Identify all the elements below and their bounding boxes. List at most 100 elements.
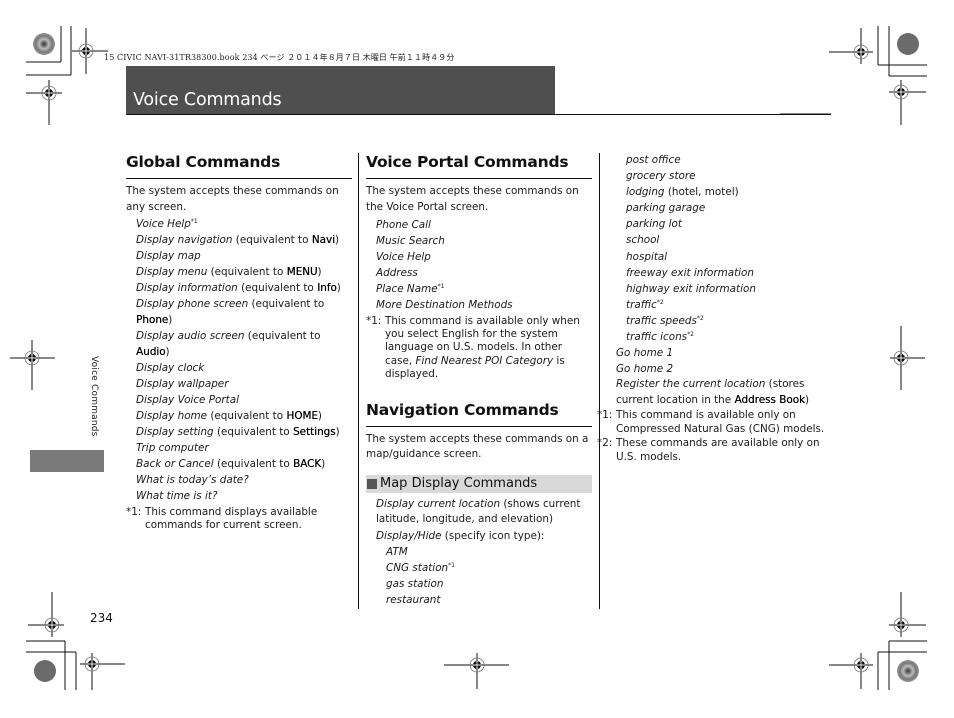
command-desc: (hotel, motel)	[664, 186, 739, 199]
command-text: gas station	[386, 577, 444, 590]
command-item: Go home 1	[606, 345, 828, 361]
footnote: *1: This command is available only when …	[366, 315, 592, 382]
command-text: Display setting	[136, 426, 214, 439]
command-item: What is today’s date?	[126, 473, 352, 489]
icon-type-item: restaurant	[366, 592, 592, 608]
command-text: highway exit information	[626, 282, 756, 295]
command-desc: (equivalent to	[232, 234, 312, 247]
command-desc: )	[317, 266, 322, 279]
command-text: What time is it?	[136, 490, 218, 503]
footnote-mark: *1:	[366, 314, 382, 327]
command-text: Display wallpaper	[136, 377, 229, 390]
navigation-commands-continued: post office grocery store lodging (hotel, …	[597, 152, 828, 464]
icon-type-item: hospital	[606, 249, 828, 265]
command-item: Display information (equivalent to Info)	[126, 281, 352, 297]
footnote-text: These commands are available only on U.S…	[616, 437, 820, 463]
command-text: parking lot	[626, 218, 682, 231]
registration-dial-icon	[33, 33, 55, 55]
page-title: Voice Commands	[133, 90, 282, 110]
command-list: Go home 1 Go home 2	[606, 345, 828, 377]
command-item: Display setting (equivalent to Settings)	[126, 425, 352, 441]
command-desc: (equivalent to	[248, 298, 325, 311]
heading-rule	[366, 425, 592, 427]
ui-label: Audio	[136, 345, 166, 358]
command-desc: (equivalent to	[244, 330, 321, 343]
section-heading: Voice Portal Commands	[366, 153, 569, 171]
command-item: Display home (equivalent to HOME)	[126, 409, 352, 425]
command-desc: )	[321, 458, 326, 471]
footnote-mark: *2:	[597, 437, 613, 450]
command-text: Display Voice Portal	[136, 393, 239, 406]
section-intro: The system accepts these commands on a m…	[366, 432, 589, 461]
subsection-heading: Map Display Commands	[366, 474, 592, 493]
command-item: Place Name*1	[366, 281, 592, 297]
command-text: ATM	[386, 545, 408, 558]
command-desc: (equivalent to	[207, 409, 287, 422]
footnote-ref: *1	[190, 218, 198, 225]
icon-type-item: parking garage	[606, 200, 828, 216]
command-desc: (equivalent to	[237, 282, 318, 295]
section-heading: Navigation Commands	[366, 400, 559, 419]
command-item: Display Voice Portal	[126, 393, 352, 409]
ui-label: Settings	[292, 426, 336, 439]
command-text: Voice Help	[136, 218, 191, 230]
global-commands-section: Global Commands The system accepts these…	[126, 152, 352, 533]
page-title-bar: Voice Commands	[126, 66, 555, 114]
section-intro: The system accepts these commands on the…	[366, 185, 579, 213]
command-text: CNG station	[386, 561, 449, 574]
command-item: Address	[366, 265, 592, 281]
footnote-command: Find Nearest POI Category	[415, 354, 554, 367]
command-text: Address	[376, 267, 418, 280]
heading-rule	[366, 178, 592, 179]
section-heading: Global Commands	[126, 153, 281, 171]
command-text: Music Search	[376, 235, 445, 248]
command-text: lodging	[626, 186, 665, 199]
footnote: *1: This command is available only on Com…	[597, 409, 828, 436]
side-tab-label: Voice Commands	[89, 356, 99, 437]
ui-label: MENU	[286, 266, 318, 279]
ui-label: Info	[317, 282, 337, 295]
command-item: Display map	[126, 249, 352, 265]
icon-type-item: CNG station*1	[366, 560, 592, 576]
icon-type-item: traffic speeds*2	[606, 313, 828, 329]
voice-portal-section: Voice Portal Commands The system accepts…	[366, 152, 592, 608]
command-text: Display map	[136, 250, 201, 263]
command-item: Back or Cancel (equivalent to BACK)	[126, 457, 352, 473]
footnote: *1: This command displays available comm…	[126, 506, 352, 533]
print-header: 15 CIVIC NAVI-31TR38300.book 234 ページ ２０１…	[104, 53, 455, 62]
command-list: Voice Help*1 Display navigation (equivale…	[126, 217, 352, 505]
ui-label: Navi	[311, 234, 335, 247]
command-item: Display current location (shows current …	[366, 497, 592, 528]
command-desc: )	[168, 313, 173, 326]
command-text: Display audio screen	[136, 330, 245, 343]
command-text: traffic	[626, 298, 657, 311]
icon-type-item: school	[606, 232, 828, 248]
command-text: Display current location	[376, 497, 501, 510]
command-text: More Destination Methods	[376, 299, 513, 312]
command-text: traffic icons	[626, 331, 688, 344]
icon-type-list: ATM CNG station*1 gas station restaurant	[366, 544, 592, 608]
footnote-ref: *2	[656, 298, 664, 306]
icon-type-list: post office grocery store lodging (hotel, …	[606, 152, 828, 345]
ui-label: BACK	[292, 458, 322, 471]
icon-type-item: traffic icons*2	[606, 329, 828, 345]
command-text: post office	[626, 154, 681, 166]
registration-dial-icon	[897, 33, 919, 55]
side-tab-marker	[30, 450, 104, 472]
ui-label: Address Book	[734, 393, 805, 406]
command-text: What is today’s date?	[136, 474, 249, 487]
footnote-ref: *2	[687, 331, 694, 339]
command-text: grocery store	[626, 170, 696, 183]
command-text: Display phone screen	[136, 298, 249, 311]
command-text: Display navigation	[136, 234, 233, 247]
command-item: Trip computer	[126, 441, 352, 457]
footnotes: *1: This command is available only on Com…	[597, 409, 828, 464]
footnote-ref: *1	[448, 561, 455, 569]
command-text: traffic speeds	[626, 314, 697, 327]
command-item: Voice Help	[366, 249, 592, 265]
icon-type-item: lodging (hotel, motel)	[606, 184, 828, 200]
command-item: Phone Call	[366, 217, 592, 233]
title-rule	[126, 114, 831, 115]
command-item: Display menu (equivalent to MENU)	[126, 265, 352, 281]
command-item: What time is it?	[126, 489, 352, 505]
